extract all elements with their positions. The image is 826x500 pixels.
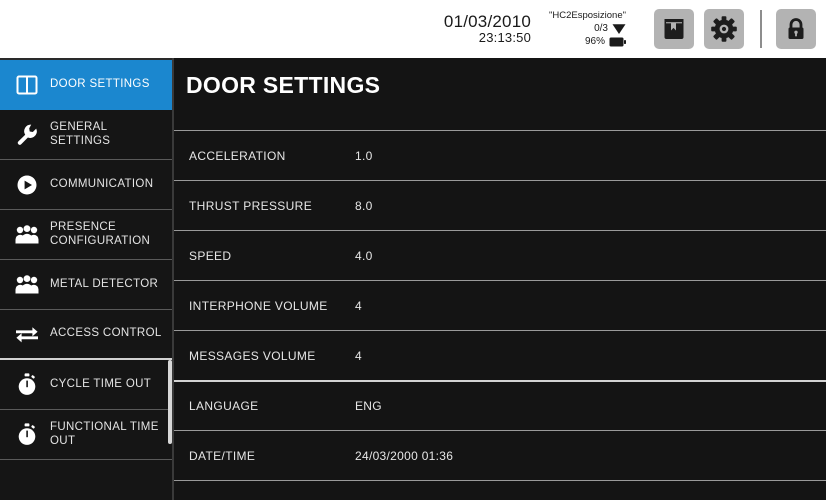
settings-row-value[interactable]: 4 (350, 299, 362, 313)
sidebar-item-access-control[interactable]: ACCESS CONTROL (0, 310, 172, 360)
settings-row-value[interactable]: 4.0 (350, 249, 373, 263)
settings-row-value[interactable]: 8.0 (350, 199, 373, 213)
sidebar-item-general-settings[interactable]: GENERAL SETTINGS (0, 110, 172, 160)
clock: 01/03/2010 23:13:50 (444, 12, 531, 46)
people-icon (14, 222, 40, 248)
stopwatch-icon (14, 422, 40, 448)
sidebar-item-label: FUNCTIONAL TIME OUT (50, 421, 159, 447)
sidebar-item-presence-configuration[interactable]: PRESENCE CONFIGURATION (0, 210, 172, 260)
settings-row[interactable]: DATE/TIME 24/03/2000 01:36 (174, 430, 826, 480)
settings-button[interactable] (704, 9, 744, 49)
settings-row[interactable]: THRUST PRESSURE 8.0 (174, 180, 826, 230)
settings-row[interactable]: BOOTH CYCLE200000 (174, 480, 826, 500)
signal-level-text: 0/3 (594, 22, 608, 34)
top-bar: 01/03/2010 23:13:50 "HC2Esposizione" 0/3… (0, 0, 826, 58)
lock-button[interactable] (776, 9, 816, 49)
settings-row-label: ACCELERATION (189, 148, 286, 163)
settings-row-value[interactable]: 1.0 (350, 149, 373, 163)
sidebar-item-label: COMMUNICATION (50, 177, 154, 190)
play-circle-icon (14, 172, 40, 198)
settings-row-label: LANGUAGE (189, 399, 259, 413)
network-status: "HC2Esposizione" 0/3 96% (549, 10, 626, 47)
settings-row-value[interactable]: 4 (350, 349, 362, 363)
door-panels-icon (14, 72, 40, 98)
sidebar-item-label: PRESENCE CONFIGURATION (50, 221, 151, 247)
sidebar-nav-list: DOOR SETTINGS GENERAL SETTINGS COMMUNICATI… (0, 60, 172, 460)
settings-row-value[interactable]: ENG (350, 399, 382, 413)
clock-time: 23:13:50 (478, 30, 532, 46)
settings-row[interactable]: LANGUAGE ENG (174, 380, 826, 430)
sidebar-item-cycle-time-out[interactable]: CYCLE TIME OUT (0, 360, 172, 410)
settings-row-label: MESSAGES VOLUME (189, 348, 316, 363)
sidebar-item-label: ACCESS CONTROL (50, 327, 162, 340)
battery-icon (609, 37, 626, 47)
battery-level-text: 96% (584, 35, 605, 47)
settings-row-value[interactable]: 24/03/2000 01:36 (350, 449, 453, 463)
wrench-icon (14, 122, 40, 148)
clock-date: 01/03/2010 (443, 11, 532, 31)
settings-row-label: SPEED (189, 248, 232, 263)
main-panel: DOOR SETTINGS ACCELERATION 1.0 THRUST PRES… (172, 58, 826, 500)
settings-row[interactable]: INTERPHONE VOLUME 4 (174, 280, 826, 330)
app-root: 01/03/2010 23:13:50 "HC2Esposizione" 0/3… (0, 0, 826, 500)
sidebar-item-label: CYCLE TIME OUT (50, 377, 152, 390)
manual-button[interactable] (654, 9, 694, 49)
sidebar-item-label: GENERAL SETTINGS (50, 121, 111, 147)
settings-row[interactable]: SPEED 4.0 (174, 230, 826, 280)
sidebar-item-label: METAL DETECTOR (50, 277, 159, 290)
settings-row-label: DATE/TIME (189, 448, 256, 463)
settings-row[interactable]: MESSAGES VOLUME 4 (174, 330, 826, 380)
sidebar-item-functional-time-out[interactable]: FUNCTIONAL TIME OUT (0, 410, 172, 460)
book-icon (661, 16, 687, 42)
lock-icon (783, 16, 809, 42)
sidebar: DOOR SETTINGS GENERAL SETTINGS COMMUNICATI… (0, 58, 172, 500)
sidebar-item-communication[interactable]: COMMUNICATION (0, 160, 172, 210)
exchange-icon (14, 321, 40, 347)
sidebar-item-door-settings[interactable]: DOOR SETTINGS (0, 60, 172, 110)
sidebar-item-label: DOOR SETTINGS (50, 77, 150, 90)
people-icon (14, 272, 40, 298)
settings-row-label: INTERPHONE VOLUME (189, 298, 328, 313)
settings-row-label: THRUST PRESSURE (189, 198, 313, 213)
signal-icon (612, 23, 626, 35)
body: DOOR SETTINGS GENERAL SETTINGS COMMUNICATI… (0, 58, 826, 500)
settings-list: ACCELERATION 1.0 THRUST PRESSURE 8.0 SPEED 4.… (174, 130, 826, 500)
network-ssid: "HC2Esposizione" (549, 10, 626, 22)
settings-row[interactable]: ACCELERATION 1.0 (174, 130, 826, 180)
sidebar-item-metal-detector[interactable]: METAL DETECTOR (0, 260, 172, 310)
page-title: DOOR SETTINGS (186, 72, 381, 98)
toolbar-divider (760, 10, 762, 48)
gear-icon (710, 15, 738, 43)
stopwatch-icon (14, 372, 40, 398)
